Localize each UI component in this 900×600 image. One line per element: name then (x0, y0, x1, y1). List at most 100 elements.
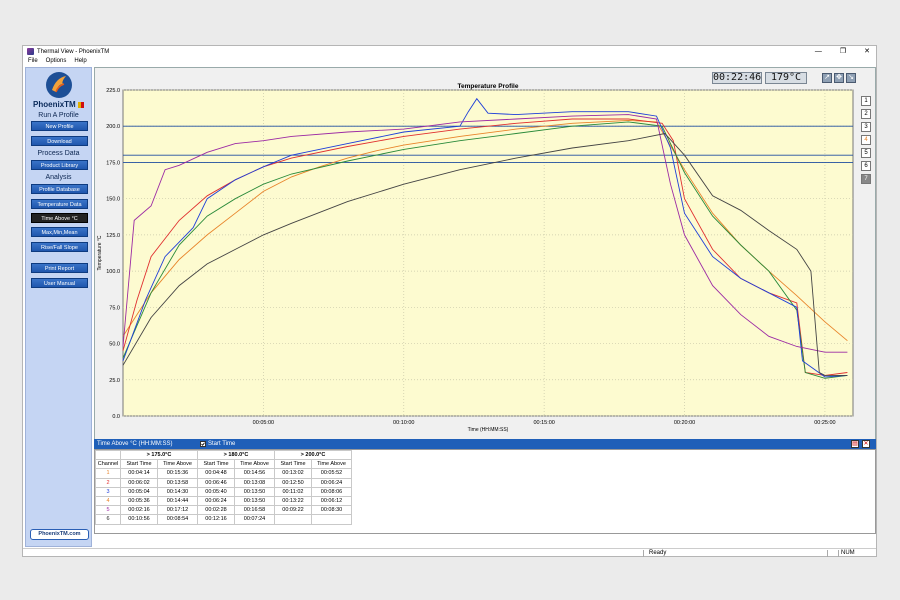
x-tick-label: 00:20:00 (674, 420, 695, 426)
time-cell: 00:08:06 (311, 486, 352, 497)
col-above-180: Time Above (234, 459, 275, 470)
close-panel-icon[interactable]: ✕ (862, 440, 870, 448)
channel-3-button[interactable]: 3 (861, 122, 871, 132)
time-cell (311, 514, 352, 525)
blank-corner (95, 449, 121, 461)
time-cell: 00:08:54 (157, 514, 198, 525)
time-above-table: > 175.0°C > 180.0°C > 200.0°C Channel St… (95, 449, 352, 525)
channel-1-button[interactable]: 1 (861, 96, 871, 106)
time-cell: 00:07:24 (234, 514, 275, 525)
start-time-checkbox[interactable] (200, 441, 206, 447)
x-tick-label: 00:25:00 (814, 420, 835, 426)
rise-fall-slope-button[interactable]: Rise/Fall Slope (31, 242, 88, 252)
col-start-175: Start Time (120, 459, 158, 470)
time-cell: 00:05:04 (120, 486, 158, 497)
menu-options[interactable]: Options (46, 57, 67, 66)
channel-6-button[interactable]: 6 (861, 161, 871, 171)
time-above-button[interactable]: Time Above °C (31, 213, 88, 223)
time-cell: 00:12:16 (197, 514, 235, 525)
y-tick-label: 25.0 (109, 378, 120, 384)
status-ready: Ready (649, 550, 667, 556)
time-cell: 00:06:24 (197, 495, 235, 507)
time-cell: 00:13:50 (234, 486, 275, 497)
y-tick-label: 175.0 (106, 160, 120, 166)
window-title: Thermal View - PhoenixTM (37, 48, 110, 55)
time-cell: 00:12:50 (274, 477, 312, 488)
time-cell: 00:11:02 (274, 486, 312, 497)
time-cell: 00:08:30 (311, 505, 352, 516)
channel-cell: 1 (95, 468, 121, 479)
temperature-data-button[interactable]: Temperature Data (31, 199, 88, 209)
channel-4-button[interactable]: 4 (861, 135, 871, 145)
table-row: 6 00:10:56 00:08:54 00:12:16 00:07:24 (95, 514, 352, 525)
channel-cell: 3 (95, 486, 121, 497)
time-above-panel: Time Above °C (HH:MM:SS) Start Time ▤ ✕ … (94, 439, 876, 547)
website-link[interactable]: PhoenixTM.com (30, 529, 89, 540)
time-above-title: Time Above °C (HH:MM:SS) (97, 441, 173, 447)
maximize-button[interactable]: ❐ (840, 46, 846, 57)
time-cell: 00:14:44 (157, 495, 198, 507)
table-row: 1 00:04:14 00:15:36 00:04:48 00:14:56 00:13:0… (95, 468, 352, 479)
time-cell: 00:05:40 (197, 486, 235, 497)
max-min-mean-button[interactable]: Max,Min,Mean (31, 227, 88, 237)
minimize-button[interactable]: — (815, 46, 822, 57)
y-tick-label: 200.0 (106, 124, 120, 130)
time-cell: 00:14:30 (157, 486, 198, 497)
x-tick-label: 00:10:00 (393, 420, 414, 426)
group-200-header: > 200.0°C (274, 449, 352, 461)
product-library-button[interactable]: Product Library (31, 160, 88, 170)
window-controls: — ❐ ✕ (815, 46, 870, 57)
time-cell: 00:17:12 (157, 505, 198, 516)
chart-title: Temperature Profile (458, 83, 519, 90)
chart-panel: 00:22:46 179°C ↗ ✥ ↘ 1 2 3 4 5 6 7 0.0 25… (94, 67, 876, 475)
user-manual-button[interactable]: User Manual (31, 278, 88, 288)
start-time-label: Start Time (208, 441, 236, 447)
title-bar: Thermal View - PhoenixTM — ❐ ✕ (23, 46, 876, 57)
time-above-header: Time Above °C (HH:MM:SS) Start Time ▤ ✕ (94, 439, 876, 449)
group-175-header: > 175.0°C (120, 449, 198, 461)
time-cell: 00:05:52 (311, 468, 352, 479)
channel-cell: 2 (95, 477, 121, 488)
channel-5-button[interactable]: 5 (861, 148, 871, 158)
time-above-table-wrap: > 175.0°C > 180.0°C > 200.0°C Channel St… (94, 449, 876, 534)
y-tick-label: 100.0 (106, 269, 120, 275)
channel-cell: 4 (95, 495, 121, 507)
status-num: NUM (841, 550, 855, 556)
status-divider (827, 550, 828, 557)
new-profile-button[interactable]: New Profile (31, 121, 88, 131)
time-cell: 00:13:22 (274, 495, 312, 507)
time-cell: 00:04:14 (120, 468, 158, 479)
group-180-header: > 180.0°C (197, 449, 275, 461)
time-cell: 00:16:58 (234, 505, 275, 516)
plot-area (122, 89, 854, 417)
download-button[interactable]: Download (31, 136, 88, 146)
status-divider (643, 550, 644, 557)
menu-file[interactable]: File (28, 57, 38, 66)
profile-database-button[interactable]: Profile Database (31, 184, 88, 194)
col-above-175: Time Above (157, 459, 198, 470)
table-row: 5 00:02:16 00:17:12 00:02:28 00:16:58 00:09:2… (95, 505, 352, 516)
logo-text: PhoenixTM (26, 100, 91, 109)
export-icon[interactable]: ▤ (851, 440, 859, 448)
col-start-180: Start Time (197, 459, 235, 470)
x-axis-label: Time (HH:MM:SS) (468, 427, 509, 433)
y-tick-label: 125.0 (106, 233, 120, 239)
time-cell: 00:02:28 (197, 505, 235, 516)
x-tick-label: 00:15:00 (533, 420, 554, 426)
y-tick-label: 0.0 (112, 414, 120, 420)
col-above-200: Time Above (311, 459, 352, 470)
table-row: 2 00:06:02 00:13:58 00:06:46 00:13:08 00:12:5… (95, 477, 352, 488)
temperature-profile-chart: 0.0 25.0 50.0 75.0 100.0 125.0 150.0 175.0 200.0… (97, 83, 854, 433)
run-profile-header: Run A Profile (38, 112, 79, 119)
menu-help[interactable]: Help (74, 57, 86, 66)
y-tick-label: 225.0 (106, 88, 120, 94)
x-tick-label: 00:05:00 (253, 420, 274, 426)
time-cell: 00:06:46 (197, 477, 235, 488)
process-data-header: Process Data (37, 150, 80, 157)
channel-2-button[interactable]: 2 (861, 109, 871, 119)
time-cell: 00:06:02 (120, 477, 158, 488)
time-cell: 00:06:24 (311, 477, 352, 488)
close-button[interactable]: ✕ (864, 46, 870, 57)
channel-7-button[interactable]: 7 (861, 174, 871, 184)
print-report-button[interactable]: Print Report (31, 263, 88, 273)
